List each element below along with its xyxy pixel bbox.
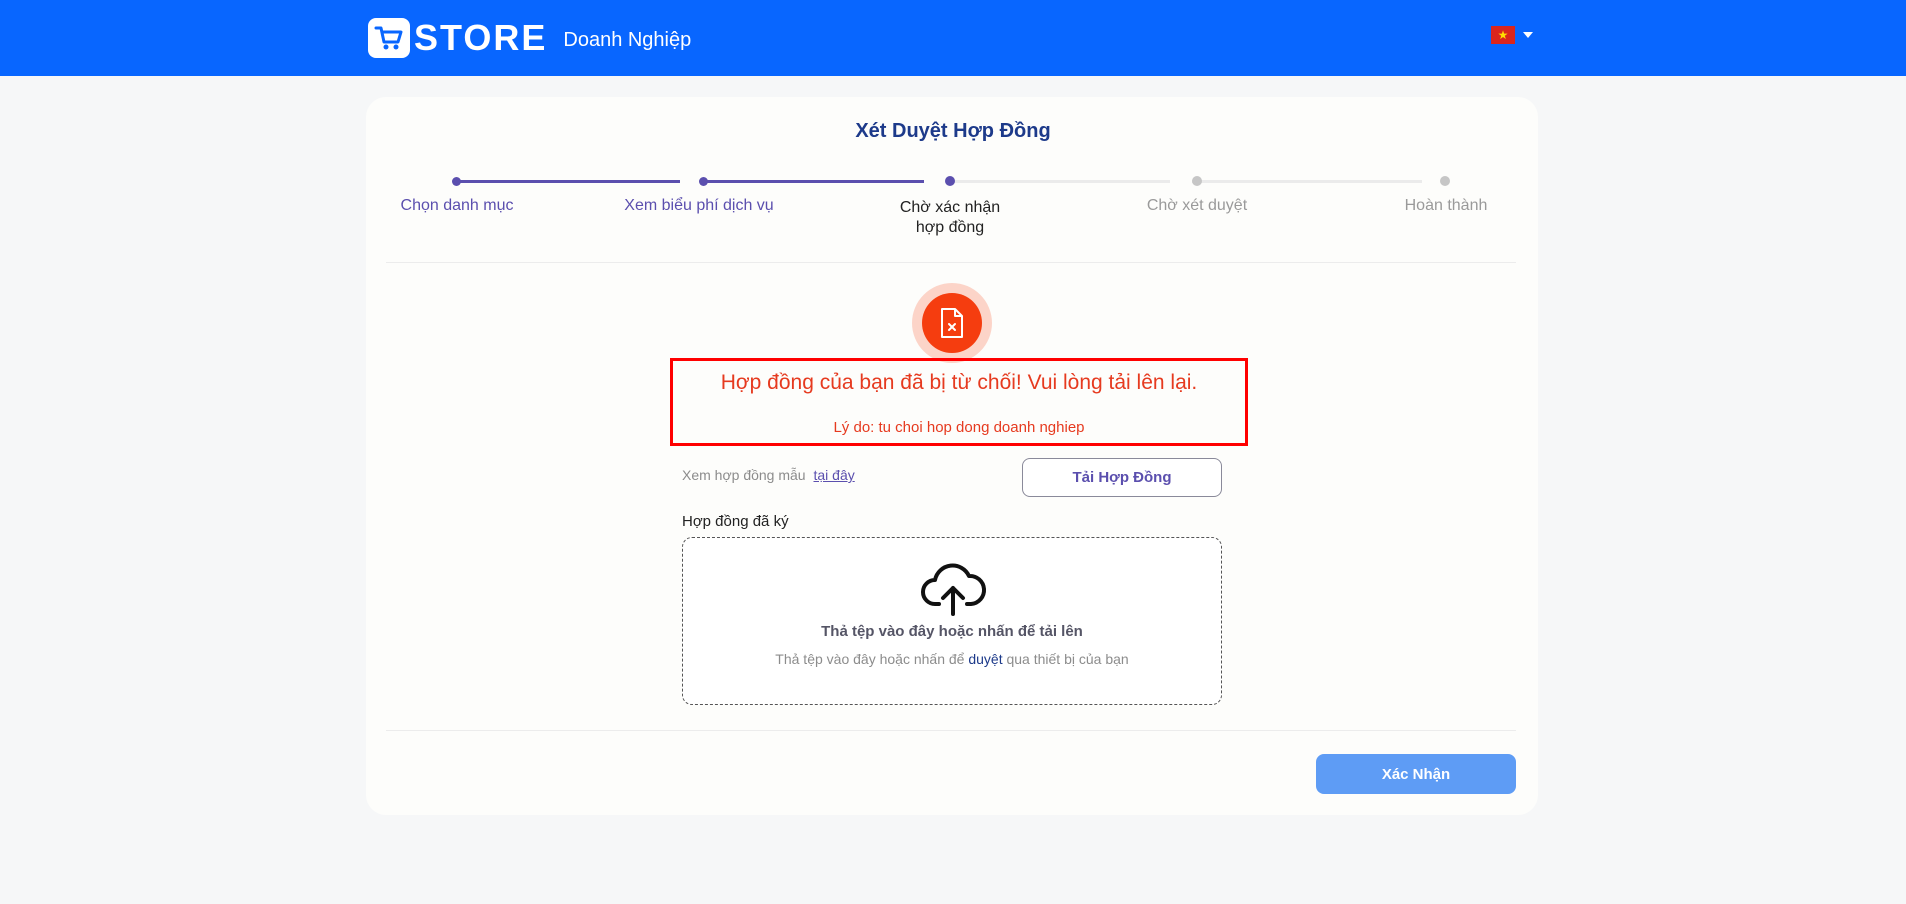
page-title: Xét Duyệt Hợp Đồng — [855, 120, 1051, 142]
step-label-2: Xem biểu phí dịch vụ — [624, 197, 774, 214]
sample-contract-link[interactable]: tại đây — [813, 467, 854, 483]
browse-link[interactable]: duyệt — [968, 651, 1002, 667]
step-dot-3 — [945, 176, 955, 186]
step-label-1: Chọn danh mục — [400, 197, 514, 214]
divider — [386, 730, 1516, 731]
step-connector — [700, 180, 924, 183]
top-navbar: STORE Doanh Nghiệp ★ — [0, 0, 1906, 76]
signed-contract-label: Hợp đồng đã ký — [682, 513, 789, 530]
store-logo[interactable]: STORE Doanh Nghiệp — [368, 16, 691, 60]
dropzone-subtitle: Thả tệp vào đây hoặc nhấn để duyệt qua t… — [683, 651, 1221, 667]
cart-icon — [368, 18, 410, 58]
sample-contract-label: Xem hợp đồng mẫu — [682, 467, 806, 483]
dropzone-title: Thả tệp vào đây hoặc nhấn để tải lên — [821, 623, 1083, 640]
logo-subtitle: Doanh Nghiệp — [563, 29, 692, 51]
download-contract-button[interactable]: Tải Hợp Đồng — [1022, 458, 1222, 497]
dropzone-sub-after: qua thiết bị của bạn — [1006, 651, 1129, 667]
step-dot-4 — [1192, 176, 1202, 186]
rejection-title: Hợp đồng của bạn đã bị từ chối! Vui lòng… — [720, 371, 1198, 394]
step-connector — [456, 180, 680, 183]
sample-contract-text: Xem hợp đồng mẫu tại đây — [682, 467, 855, 483]
logo-text: STORE — [414, 17, 548, 58]
vn-flag-icon: ★ — [1491, 26, 1515, 44]
step-label-3: Chờ xác nhận hợp đồng — [899, 199, 1001, 236]
step-dot-5 — [1440, 176, 1450, 186]
progress-stepper: Chọn danh mục Xem biểu phí dịch vụ Chờ x… — [386, 170, 1518, 240]
step-connector — [1192, 180, 1422, 183]
step-connector — [946, 180, 1170, 183]
rejection-icon-halo — [912, 283, 992, 363]
confirm-button[interactable]: Xác Nhận — [1316, 754, 1516, 794]
language-selector[interactable]: ★ — [1491, 26, 1533, 44]
step-label-5: Hoàn thành — [1404, 197, 1488, 214]
cloud-upload-icon — [919, 562, 987, 618]
rejection-reason: Lý do: tu choi hop dong doanh nghiep — [833, 419, 1085, 436]
step-label-4: Chờ xét duyệt — [1146, 197, 1248, 214]
step-dot-1 — [452, 177, 461, 186]
dropzone-sub-before: Thả tệp vào đây hoặc nhấn để — [775, 651, 965, 667]
file-upload-dropzone[interactable]: Thả tệp vào đây hoặc nhấn để tải lên Thả… — [682, 537, 1222, 705]
chevron-down-icon — [1523, 32, 1533, 38]
rejection-message-box: Hợp đồng của bạn đã bị từ chối! Vui lòng… — [670, 358, 1248, 446]
step-dot-2 — [699, 177, 708, 186]
file-rejected-icon — [922, 293, 982, 353]
divider — [386, 262, 1516, 263]
